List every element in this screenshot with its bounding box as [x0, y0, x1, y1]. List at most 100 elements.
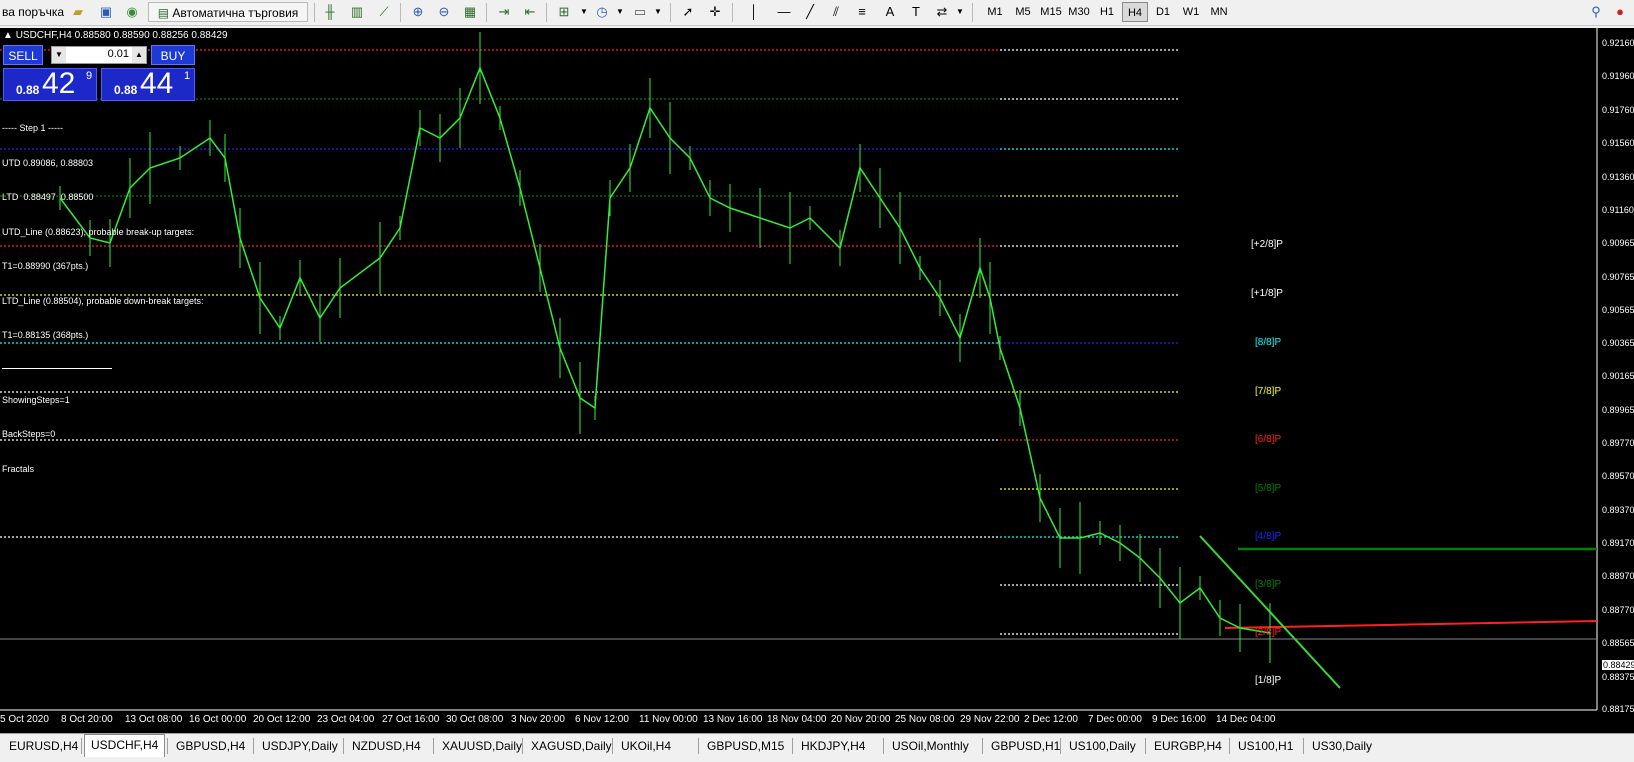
time-axis[interactable]: 5 Oct 2020 8 Oct 20:00 13 Oct 08:00 16 Oct …	[0, 710, 1597, 732]
time-axis-label: 30 Oct 08:00	[446, 714, 504, 725]
info-line: Fractals	[2, 463, 35, 474]
new-order-button[interactable]: ва поръчка	[2, 2, 64, 22]
price-axis-label: 0.91360	[1602, 172, 1634, 182]
price-axis-label: 0.88970	[1602, 571, 1634, 581]
tab-divider	[167, 738, 168, 754]
bar-chart-icon[interactable]: ╫	[320, 2, 340, 22]
price-axis-label: 0.90765	[1602, 272, 1634, 282]
chevron-down-icon[interactable]: ▼	[648, 2, 668, 22]
time-axis-label: 5 Oct 2020	[0, 714, 49, 725]
chart-tab[interactable]: GBPUSD,H4	[170, 736, 251, 756]
murrey-label: [7/8]P	[1255, 386, 1282, 397]
trendline-icon[interactable]: ╱	[800, 2, 820, 22]
signals-icon[interactable]: ◉	[122, 2, 142, 22]
toolbar-divider	[732, 3, 733, 22]
fibonacci-icon[interactable]: ≡	[852, 2, 872, 22]
toolbar-divider	[670, 3, 671, 22]
chart-window[interactable]: ▲ USDCHF,H4 0.88580 0.88590 0.88256 0.88…	[0, 28, 1634, 733]
sell-button[interactable]: SELL	[3, 45, 43, 65]
price-axis-label: 0.89370	[1602, 505, 1634, 515]
tab-divider	[1303, 738, 1304, 754]
chart-tab[interactable]: US30,Daily	[1306, 736, 1378, 756]
chart-tab[interactable]: GBPUSD,H1	[985, 736, 1066, 756]
price-axis-label: 0.90565	[1602, 305, 1634, 315]
autotrading-button[interactable]: ▤ Автоматична търговия	[148, 2, 308, 22]
chart-tab[interactable]: GBPUSD,M15	[701, 736, 790, 756]
equidistant-channel-icon[interactable]: ⫽	[826, 2, 846, 22]
price-axis-label: 0.91760	[1602, 105, 1634, 115]
tab-divider	[81, 738, 82, 754]
price-axis-label: 0.89170	[1602, 538, 1634, 548]
candlestick-icon[interactable]: ▥	[347, 2, 367, 22]
toolbar-divider	[314, 3, 315, 22]
indicators-icon[interactable]: ⊞	[554, 2, 574, 22]
timeframe-m30[interactable]: M30	[1066, 2, 1092, 22]
timeframe-m1[interactable]: M1	[982, 2, 1008, 22]
buy-button[interactable]: BUY	[151, 45, 195, 65]
symbol-header: ▲ USDCHF,H4 0.88580 0.88590 0.88256 0.88…	[3, 30, 228, 41]
chart-tab[interactable]: EURUSD,H4	[3, 736, 84, 756]
chevron-down-icon[interactable]: ▼	[52, 47, 66, 63]
chart-tab[interactable]: UKOil,H4	[615, 736, 677, 756]
time-axis-label: 8 Oct 20:00	[61, 714, 113, 725]
timeframe-h4[interactable]: H4	[1122, 2, 1148, 22]
chart-menu-icon[interactable]: ▲	[3, 30, 13, 41]
timeframe-h1[interactable]: H1	[1094, 2, 1120, 22]
zoom-in-icon[interactable]: ⊕	[408, 2, 428, 22]
toolbar-divider	[486, 3, 487, 22]
timeframe-w1[interactable]: W1	[1178, 2, 1204, 22]
chart-tab[interactable]: USOil,Monthly	[886, 736, 975, 756]
gold-bars-icon[interactable]: ▰	[68, 2, 88, 22]
chevron-down-icon[interactable]: ▼	[610, 2, 630, 22]
timeframe-mn[interactable]: MN	[1206, 2, 1232, 22]
templates-icon[interactable]: ▭	[630, 2, 650, 22]
timeframe-m15[interactable]: M15	[1038, 2, 1064, 22]
murrey-label: [+2/8]P	[1251, 239, 1283, 250]
ask-price-box[interactable]: 0.88 44 1	[101, 67, 195, 101]
one-click-trading-panel: SELL ▼ 0.01 ▲ BUY 0.88 42 9 0.88 44 1	[3, 45, 195, 101]
price-axis-label: 0.88375	[1602, 672, 1634, 682]
chart-tab[interactable]: XAGUSD,Daily	[525, 736, 618, 756]
timeframe-m5[interactable]: M5	[1010, 2, 1036, 22]
chart-tab[interactable]: EURGBP,H4	[1148, 736, 1228, 756]
crosshair-icon[interactable]: ✛	[705, 2, 725, 22]
price-axis-label: 0.91560	[1602, 138, 1634, 148]
cursor-arrow-icon[interactable]: ➚	[678, 2, 698, 22]
autoscroll-icon[interactable]: ⇥	[494, 2, 514, 22]
chart-tab[interactable]: US100,H1	[1232, 736, 1299, 756]
line-chart-icon[interactable]: ⟋	[374, 2, 394, 22]
price-axis-label: 0.90965	[1602, 238, 1634, 248]
price-axis[interactable]: 0.92160 0.91960 0.91760 0.91560 0.91360 0.911…	[1597, 28, 1634, 714]
chart-tab[interactable]: XAUUSD,Daily	[436, 736, 528, 756]
notifications-icon[interactable]: ●	[1610, 2, 1630, 22]
chart-tab[interactable]: NZDUSD,H4	[346, 736, 427, 756]
search-icon[interactable]: ⚲	[1586, 2, 1606, 22]
price-chart[interactable]	[0, 28, 1634, 733]
chevron-down-icon[interactable]: ▼	[574, 2, 594, 22]
chart-tab[interactable]: USDJPY,Daily	[256, 736, 344, 756]
market-watch-icon[interactable]: ▣	[96, 2, 116, 22]
chart-shift-icon[interactable]: ⇤	[520, 2, 540, 22]
price-axis-label: 0.89965	[1602, 405, 1634, 415]
chart-tab[interactable]: USDCHF,H4	[84, 734, 166, 757]
zoom-out-icon[interactable]: ⊖	[434, 2, 454, 22]
tab-divider	[433, 738, 434, 754]
vertical-line-icon[interactable]: │	[744, 2, 764, 22]
arrows-icon[interactable]: ⇄	[932, 2, 952, 22]
periods-clock-icon[interactable]: ◷	[592, 2, 612, 22]
indicator-info-overlay: ----- Step 1 ----- UTD 0.89086, 0.88803 …	[2, 100, 203, 498]
chevron-up-icon[interactable]: ▲	[132, 47, 146, 63]
text-label-icon[interactable]: T	[906, 2, 926, 22]
bid-price-box[interactable]: 0.88 42 9	[3, 67, 97, 101]
tile-windows-icon[interactable]: ▦	[460, 2, 480, 22]
chart-tab[interactable]: HKDJPY,H4	[795, 736, 871, 756]
text-icon[interactable]: A	[880, 2, 900, 22]
current-price-label: 0.88429	[1602, 660, 1634, 670]
price-axis-label: 0.89770	[1602, 438, 1634, 448]
timeframe-d1[interactable]: D1	[1150, 2, 1176, 22]
chevron-down-icon[interactable]: ▼	[950, 2, 970, 22]
lot-size-field[interactable]: ▼ 0.01 ▲	[51, 46, 147, 64]
horizontal-line-icon[interactable]: —	[774, 2, 794, 22]
divider	[2, 367, 112, 369]
chart-tab[interactable]: US100,Daily	[1063, 736, 1142, 756]
